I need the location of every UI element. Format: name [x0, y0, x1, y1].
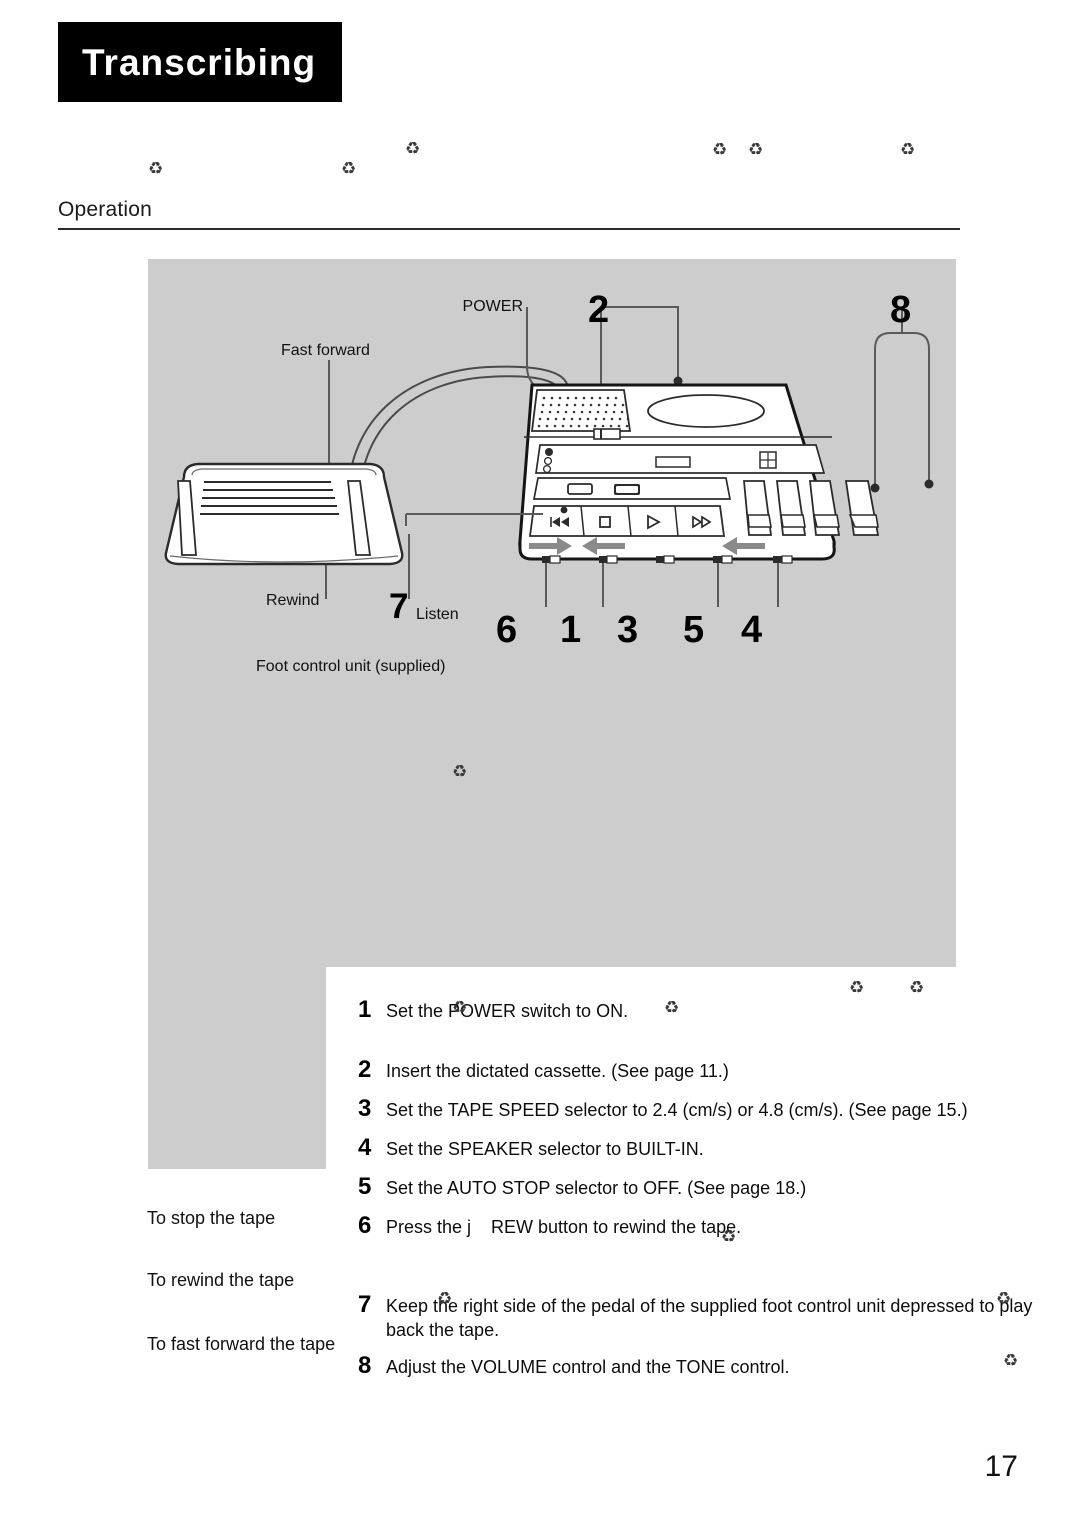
callout-7: 7	[389, 587, 409, 626]
headphone-icon: ♻	[748, 140, 764, 159]
instruction-step: 2 Insert the dictated cassette. (See pag…	[358, 1057, 1058, 1084]
page-title: Operation	[58, 198, 153, 221]
step-text: Insert the dictated cassette. (See page …	[386, 1061, 729, 1081]
headphone-icon: ♻	[341, 159, 357, 178]
step-number: 4	[358, 1134, 372, 1161]
headphone-icon: ♻	[996, 1289, 1012, 1308]
callout-6: 6	[496, 609, 518, 651]
headphone-icon: ♻	[437, 1289, 453, 1308]
step-number: 8	[358, 1352, 372, 1379]
page-number: 17	[984, 1450, 1018, 1483]
step-number: 2	[358, 1056, 372, 1083]
section-divider	[58, 228, 960, 230]
step-text: Keep the right side of the pedal of the …	[386, 1296, 1033, 1340]
callout-1: 1	[560, 609, 582, 651]
instruction-step: 3 Set the TAPE SPEED selector to 2.4 (cm…	[358, 1096, 1068, 1123]
step-number: 6	[358, 1212, 372, 1239]
callout-4: 4	[741, 609, 763, 651]
headphone-icon: ♻	[1003, 1351, 1019, 1370]
caption-foot-control: Foot control unit (supplied)	[256, 658, 446, 675]
instruction-step: 6 Press the j REW button to rewind the t…	[358, 1213, 1058, 1240]
instruction-step: 4 Set the SPEAKER selector to BUILT-IN.	[358, 1135, 1058, 1162]
step-text: Set the SPEAKER selector to BUILT-IN.	[386, 1139, 704, 1159]
step-text: Adjust the VOLUME control and the TONE c…	[386, 1357, 790, 1377]
instruction-step: 7 Keep the right side of the pedal of th…	[358, 1292, 1038, 1343]
callout-2: 2	[588, 289, 610, 331]
note-fast-forward-tape: To fast forward the tape	[147, 1334, 336, 1354]
headphone-icon: ♻	[452, 762, 468, 781]
step-text: Press the j REW button to rewind the tap…	[386, 1217, 742, 1237]
headphone-icon: ♻	[148, 159, 164, 178]
step-number: 1	[358, 996, 372, 1023]
label-power: POWER	[462, 298, 523, 315]
label-fast-forward: Fast forward	[281, 342, 370, 359]
figure-panel: POWER 2 8 Fast forward Rewind 7 Listen F…	[148, 259, 1074, 1400]
callout-5: 5	[683, 609, 705, 651]
headphone-icon: ♻	[452, 998, 468, 1017]
step-text: Set the POWER switch to ON.	[386, 1001, 629, 1021]
instruction-step: 5 Set the AUTO STOP selector to OFF. (Se…	[358, 1174, 1058, 1201]
headphone-icon: ♻	[664, 998, 680, 1017]
headphone-icon: ♻	[900, 140, 916, 159]
note-rewind-tape: To rewind the tape	[147, 1270, 295, 1290]
headphone-icon: ♻	[909, 978, 925, 997]
chapter-title: Transcribing	[82, 41, 317, 83]
headphone-icon: ♻	[849, 978, 865, 997]
headphone-icon: ♻	[721, 1227, 737, 1246]
instructions-panel: 1 Set the POWER switch to ON. 2 Insert t…	[326, 967, 1074, 1400]
note-stop-tape: To stop the tape	[147, 1208, 276, 1228]
transcriber-diagram: POWER 2 8 Fast forward Rewind 7 Listen F…	[148, 259, 956, 708]
step-text: Set the TAPE SPEED selector to 2.4 (cm/s…	[386, 1100, 968, 1120]
label-listen: Listen	[416, 606, 459, 623]
chapter-title-banner: Transcribing	[58, 22, 342, 102]
diagram-illustration	[164, 306, 934, 607]
step-number: 3	[358, 1095, 372, 1122]
headphone-icon: ♻	[405, 139, 421, 158]
step-number: 5	[358, 1173, 372, 1200]
instruction-step: 8 Adjust the VOLUME control and the TONE…	[358, 1353, 1058, 1380]
label-rewind: Rewind	[266, 592, 320, 609]
callout-3: 3	[617, 609, 639, 651]
callout-8: 8	[890, 289, 912, 331]
step-number: 7	[358, 1291, 372, 1318]
step-text: Set the AUTO STOP selector to OFF. (See …	[386, 1178, 807, 1198]
headphone-icon: ♻	[712, 140, 728, 159]
